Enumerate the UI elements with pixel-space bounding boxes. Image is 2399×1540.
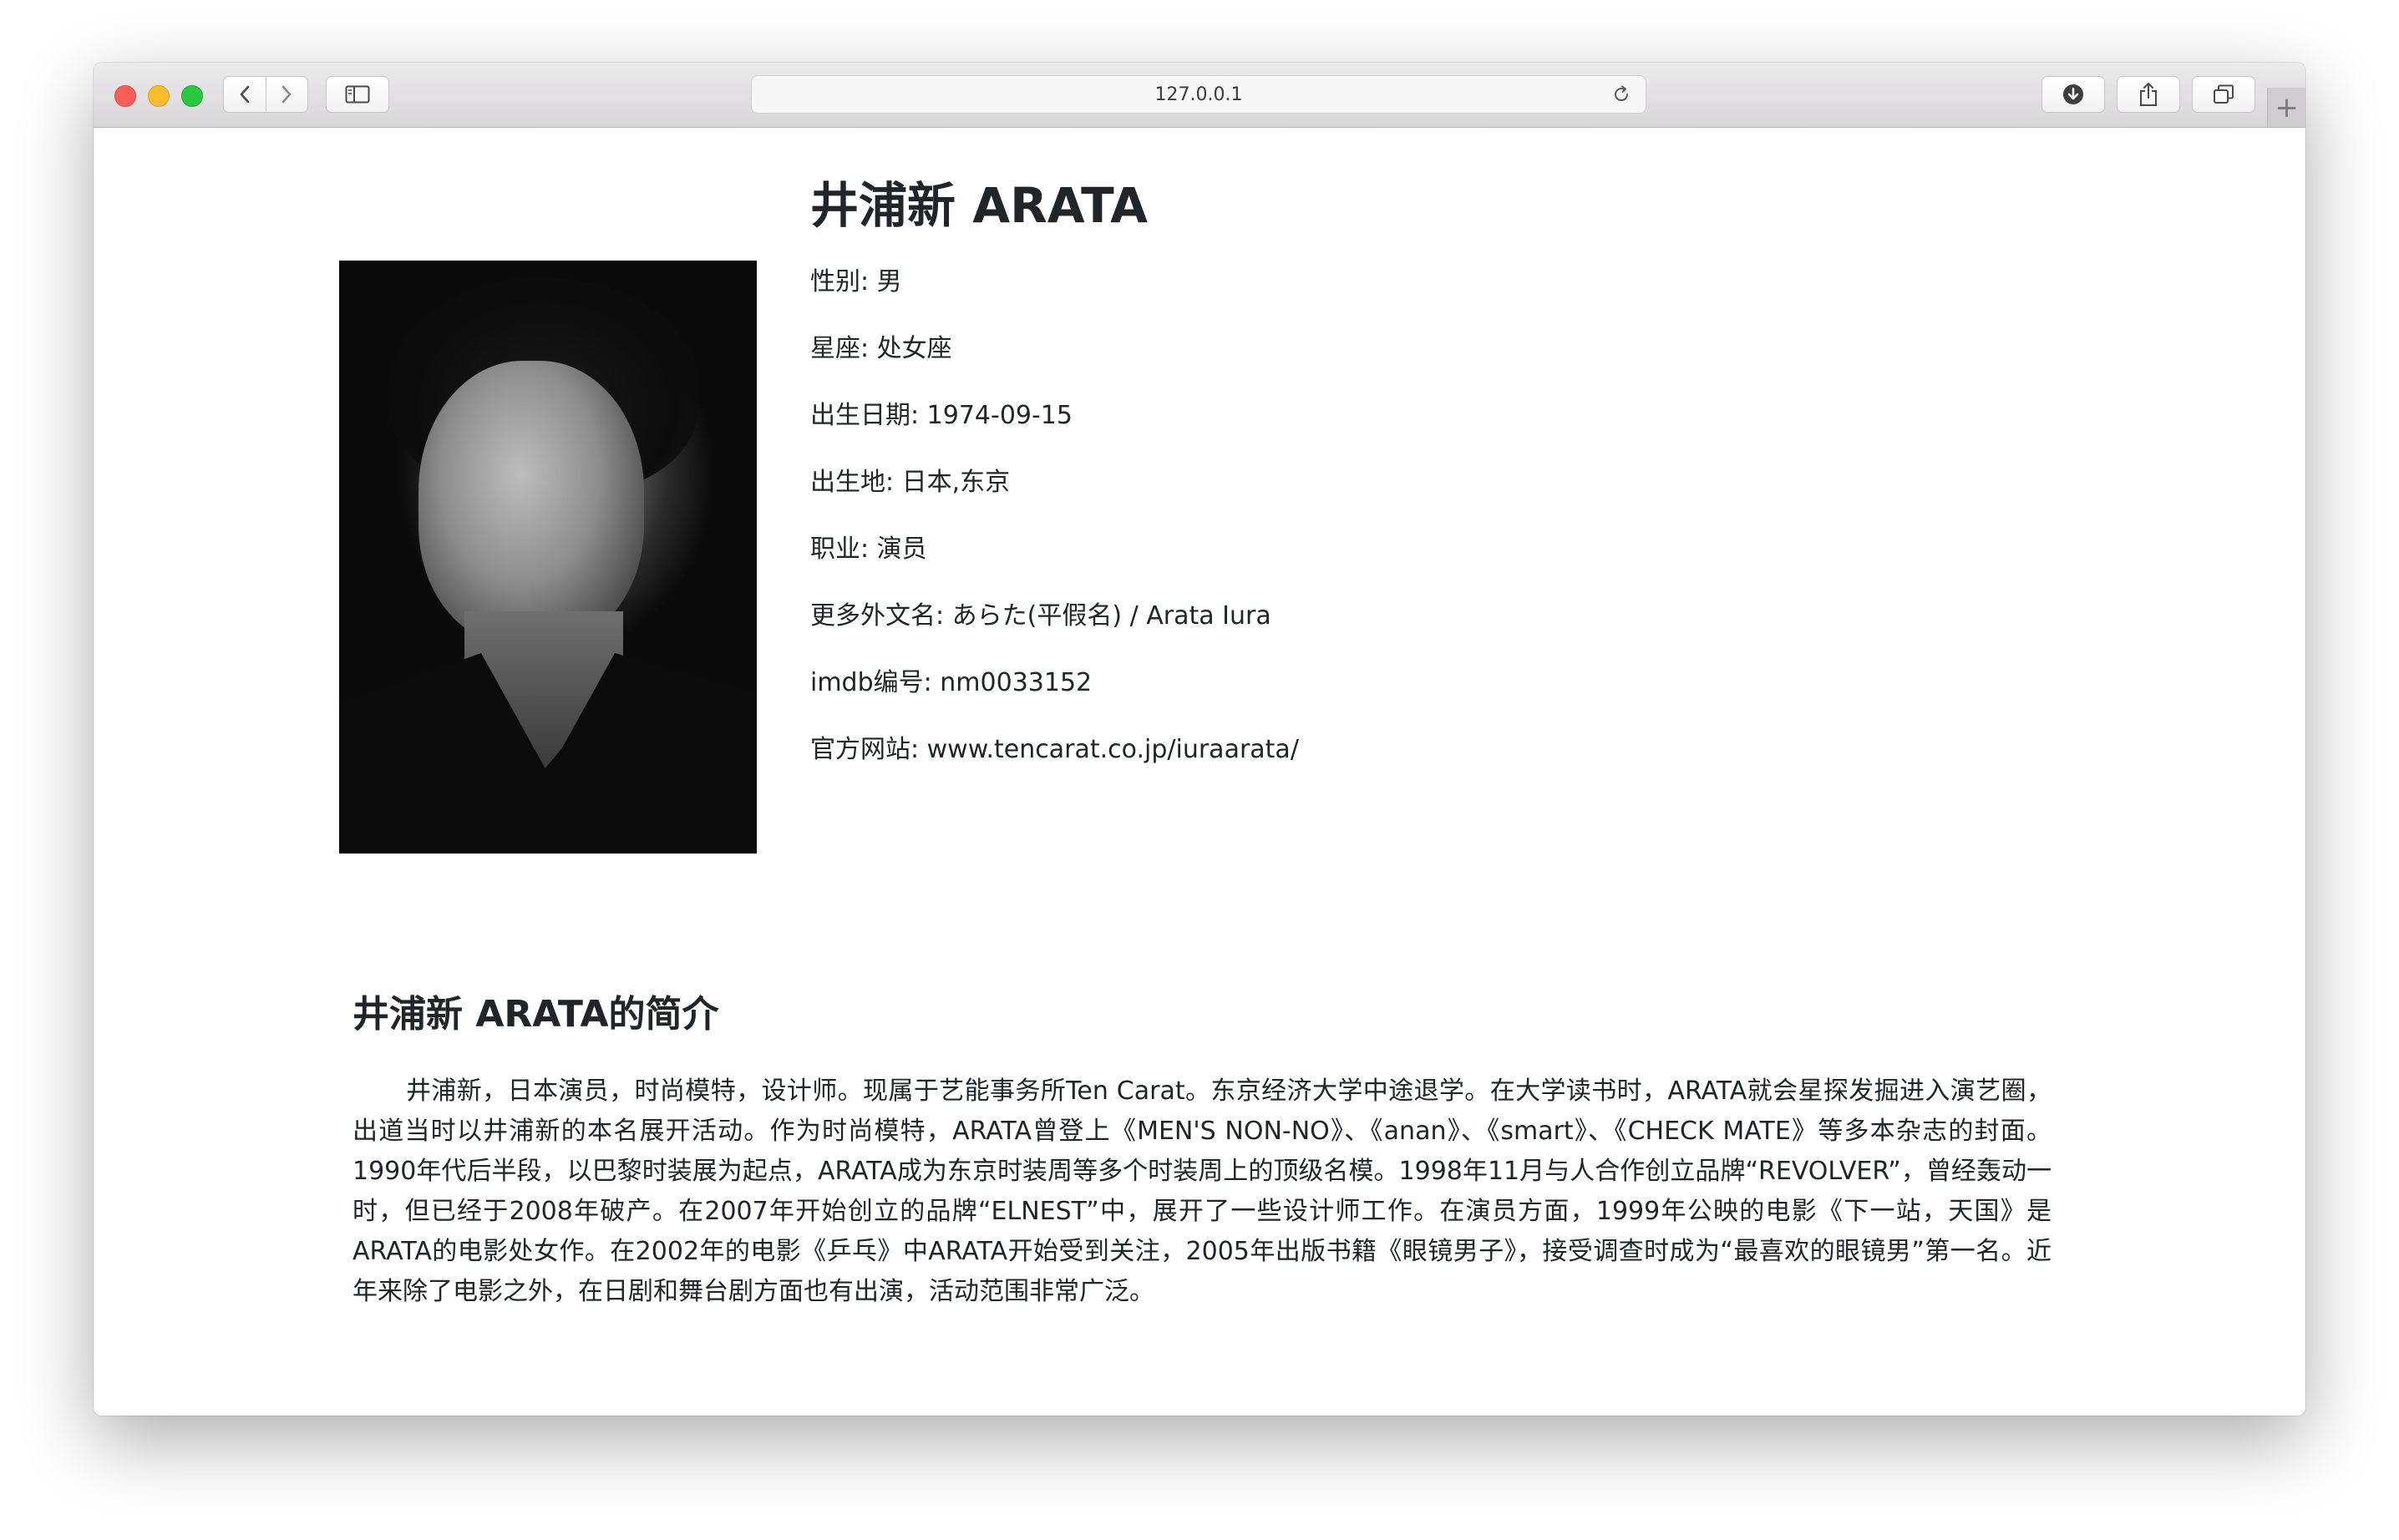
sidebar-icon: [345, 85, 370, 104]
profile-info: 井浦新 ARATA 性别: 男 星座: 处女座 出生日期: 1974-09-15…: [810, 175, 1299, 764]
tabs-icon: [2214, 84, 2234, 104]
maximize-window-button[interactable]: [181, 85, 203, 107]
share-icon: [2140, 83, 2157, 106]
field-other-names: 更多外文名: あらた(平假名) / Arata Iura: [810, 601, 1271, 631]
back-button[interactable]: [224, 77, 266, 112]
reload-icon: [1615, 85, 1629, 102]
address-url: 127.0.0.1: [1154, 84, 1243, 105]
field-birthplace: 出生地: 日本,东京: [810, 468, 1011, 497]
actor-photo: [339, 261, 757, 854]
actor-name: 井浦新 ARATA: [810, 177, 1149, 234]
download-icon: [2063, 84, 2083, 104]
browser-window: 127.0.0.1 + 井浦新 ARATA 性别: 男 星座: 处女座 出生日期…: [94, 63, 2305, 1416]
field-gender: 性别: 男: [810, 267, 902, 296]
new-tab-button[interactable]: +: [2267, 88, 2305, 127]
intro-title: 井浦新 ARATA的简介: [352, 993, 719, 1036]
intro-text: 井浦新，日本演员，时尚模特，设计师。现属于艺能事务所Ten Carat。东京经济…: [352, 1076, 2052, 1306]
chevron-left-icon: [240, 85, 249, 104]
sidebar-toggle-button[interactable]: [326, 76, 389, 113]
share-button[interactable]: [2117, 76, 2180, 113]
chevron-right-icon: [282, 85, 292, 104]
field-birth-date: 出生日期: 1974-09-15: [810, 401, 1073, 430]
field-imdb-id: imdb编号: nm0033152: [810, 668, 1093, 697]
field-occupation: 职业: 演员: [810, 534, 927, 564]
close-window-button[interactable]: [114, 85, 136, 107]
browser-toolbar: 127.0.0.1 +: [94, 63, 2305, 128]
reload-button[interactable]: [1610, 84, 1632, 105]
field-official-website: 官方网站: www.tencarat.co.jp/iuraarata/: [810, 735, 1299, 764]
forward-button[interactable]: [265, 77, 308, 112]
minimize-window-button[interactable]: [148, 85, 170, 107]
field-zodiac: 星座: 处女座: [810, 334, 952, 363]
tabs-overview-button[interactable]: [2192, 76, 2255, 113]
downloads-button[interactable]: [2041, 76, 2105, 113]
address-bar[interactable]: 127.0.0.1: [751, 75, 1646, 114]
navigation-buttons: [223, 76, 308, 113]
page-content: 井浦新 ARATA 性别: 男 星座: 处女座 出生日期: 1974-09-15…: [94, 134, 2305, 1416]
